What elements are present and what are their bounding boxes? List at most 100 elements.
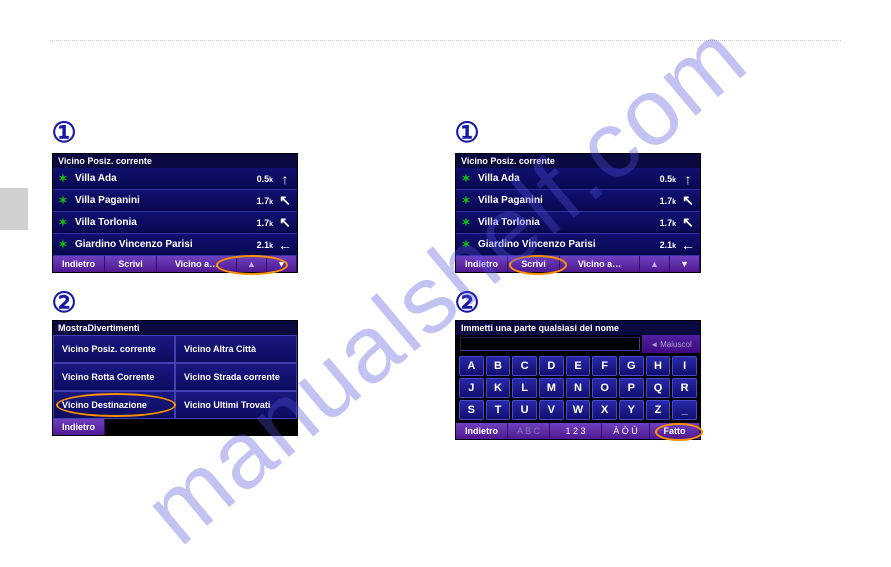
list-item[interactable]: ✶ Villa Ada 0.5k ↑ [456,168,700,190]
abc-mode-button[interactable]: A B C [508,423,550,439]
poi-distance: 2.1k [648,240,676,250]
caps-arrow-icon: ◄ [650,340,658,349]
key-space[interactable]: _ [672,400,697,420]
option-near-recent-finds[interactable]: Vicino Ultimi Trovati [175,391,297,419]
poi-distance: 1.7k [648,218,676,228]
key-u[interactable]: U [512,400,537,420]
tree-icon: ✶ [57,238,69,252]
tree-icon: ✶ [460,238,472,252]
screen-title: Vicino Posiz. corrente [53,154,297,168]
key-e[interactable]: E [566,356,591,376]
poi-distance: 0.5k [648,174,676,184]
list-item[interactable]: ✶ Giardino Vincenzo Parisi 2.1k ← [456,234,700,256]
back-button[interactable]: Indietro [53,419,105,435]
keyboard-grid: A B C D E F G H I J K L M N O P Q R S T … [456,353,700,423]
step-badge-2: ② [52,290,76,314]
poi-distance: 0.5k [245,174,273,184]
key-v[interactable]: V [539,400,564,420]
tree-icon: ✶ [460,194,472,208]
key-i[interactable]: I [672,356,697,376]
caps-toggle[interactable]: ◄ Maiuscol [642,335,700,353]
key-k[interactable]: K [486,378,511,398]
near-button[interactable]: Vicino a… [157,256,237,272]
back-button[interactable]: Indietro [456,256,508,272]
list-item[interactable]: ✶ Villa Paganini 1.7k ↖ [456,190,700,212]
direction-arrow-icon: ↖ [277,215,293,231]
direction-arrow-icon: ↖ [680,193,696,209]
option-near-destination[interactable]: Vicino Destinazione [53,391,175,419]
key-l[interactable]: L [512,378,537,398]
key-a[interactable]: A [459,356,484,376]
option-near-other-city[interactable]: Vicino Altra Città [175,335,297,363]
back-button[interactable]: Indietro [53,256,105,272]
key-f[interactable]: F [592,356,617,376]
direction-arrow-icon: ← [277,237,293,253]
list-screen-near: Vicino Posiz. corrente ✶ Villa Ada 0.5k … [52,153,298,273]
key-q[interactable]: Q [646,378,671,398]
near-button[interactable]: Vicino a… [560,256,640,272]
key-p[interactable]: P [619,378,644,398]
poi-name: Villa Ada [75,173,245,184]
done-button[interactable]: Fatto [650,423,700,439]
scroll-up-button[interactable]: ▲ [640,256,670,272]
write-button[interactable]: Scrivi [508,256,560,272]
key-m[interactable]: M [539,378,564,398]
scroll-up-button[interactable]: ▲ [237,256,267,272]
poi-name: Giardino Vincenzo Parisi [478,239,648,250]
key-t[interactable]: T [486,400,511,420]
key-d[interactable]: D [539,356,564,376]
poi-name: Villa Paganini [478,195,648,206]
tree-icon: ✶ [57,172,69,186]
key-y[interactable]: Y [619,400,644,420]
poi-name: Villa Torlonia [478,217,648,228]
key-z[interactable]: Z [646,400,671,420]
list-item[interactable]: ✶ Villa Ada 0.5k ↑ [53,168,297,190]
list-item[interactable]: ✶ Villa Torlonia 1.7k ↖ [456,212,700,234]
tree-icon: ✶ [460,172,472,186]
key-c[interactable]: C [512,356,537,376]
key-w[interactable]: W [566,400,591,420]
step-badge-1: ① [52,120,76,144]
page-side-tab [0,188,28,230]
numeric-mode-button[interactable]: 1 2 3 [550,423,602,439]
text-input[interactable] [460,337,640,351]
list-item[interactable]: ✶ Villa Torlonia 1.7k ↖ [53,212,297,234]
list-item[interactable]: ✶ Villa Paganini 1.7k ↖ [53,190,297,212]
step-badge-1: ① [455,120,479,144]
screen-title: Vicino Posiz. corrente [456,154,700,168]
screen-title: MostraDivertimenti [53,321,297,335]
key-n[interactable]: N [566,378,591,398]
scroll-down-button[interactable]: ▼ [267,256,297,272]
key-h[interactable]: H [646,356,671,376]
key-x[interactable]: X [592,400,617,420]
key-g[interactable]: G [619,356,644,376]
key-s[interactable]: S [459,400,484,420]
caps-label: Maiuscol [660,340,692,349]
key-r[interactable]: R [672,378,697,398]
poi-name: Villa Ada [478,173,648,184]
direction-arrow-icon: ↑ [277,171,293,187]
top-divider [50,40,841,41]
list-screen-write: Vicino Posiz. corrente ✶ Villa Ada 0.5k … [455,153,701,273]
list-item[interactable]: ✶ Giardino Vincenzo Parisi 2.1k ← [53,234,297,256]
write-button[interactable]: Scrivi [105,256,157,272]
step-badge-2: ② [455,290,479,314]
poi-name: Giardino Vincenzo Parisi [75,239,245,250]
scroll-down-button[interactable]: ▼ [670,256,700,272]
keyboard-screen: Immetti una parte qualsiasi del nome ◄ M… [455,320,701,440]
option-near-current-road[interactable]: Vicino Strada corrente [175,363,297,391]
key-b[interactable]: B [486,356,511,376]
key-j[interactable]: J [459,378,484,398]
poi-distance: 1.7k [245,218,273,228]
screen-title: Immetti una parte qualsiasi del nome [456,321,700,335]
option-near-current-position[interactable]: Vicino Posiz. corrente [53,335,175,363]
accent-mode-button[interactable]: À Ò Ù [602,423,650,439]
tree-icon: ✶ [460,216,472,230]
key-o[interactable]: O [592,378,617,398]
poi-name: Villa Torlonia [75,217,245,228]
direction-arrow-icon: ← [680,237,696,253]
option-near-current-route[interactable]: Vicino Rotta Corrente [53,363,175,391]
direction-arrow-icon: ↖ [680,215,696,231]
back-button[interactable]: Indietro [456,423,508,439]
poi-distance: 2.1k [245,240,273,250]
